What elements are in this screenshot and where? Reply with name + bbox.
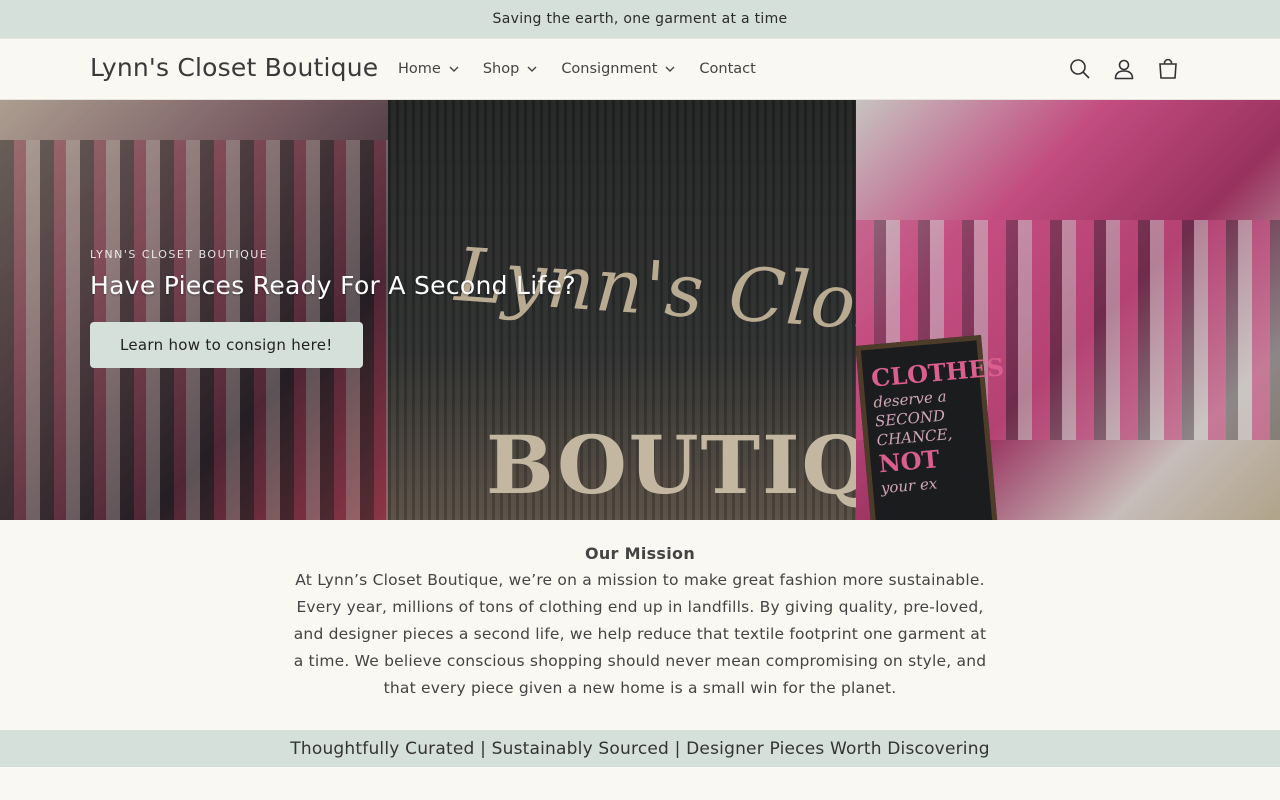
announcement-text: Saving the earth, one garment at a time [492, 11, 788, 27]
brand-logo-link[interactable]: Lynn's Closet Boutique [90, 53, 378, 82]
hero-banner: Lynn's Closet BOUTIQUE CLOTHES deserve a… [0, 100, 1280, 520]
site-header: Lynn's Closet Boutique Home Shop Consign… [0, 39, 1280, 100]
search-icon[interactable] [1064, 53, 1096, 85]
hero-eyebrow: LYNN'S CLOSET BOUTIQUE [90, 248, 269, 261]
consign-button[interactable]: Learn how to consign here! [90, 322, 363, 368]
main-nav: Home Shop Consignment Contact [386, 39, 768, 99]
nav-item-shop[interactable]: Shop [471, 39, 549, 99]
header-icons [1064, 39, 1184, 99]
nav-label: Contact [699, 61, 756, 77]
tagline-text: Thoughtfully Curated | Sustainably Sourc… [290, 738, 990, 759]
nav-item-consignment[interactable]: Consignment [549, 39, 687, 99]
nav-item-contact[interactable]: Contact [687, 39, 767, 99]
hero-title: Have Pieces Ready For A Second Life? [90, 271, 576, 300]
chevron-down-icon [449, 66, 459, 72]
nav-label: Consignment [561, 61, 658, 77]
hero-content: LYNN'S CLOSET BOUTIQUE Have Pieces Ready… [90, 248, 576, 368]
account-icon[interactable] [1108, 53, 1140, 85]
cart-icon[interactable] [1152, 53, 1184, 85]
mission-section: Our Mission At Lynn’s Closet Boutique, w… [290, 520, 990, 702]
mission-body: At Lynn’s Closet Boutique, we’re on a mi… [293, 571, 987, 697]
nav-label: Home [398, 61, 441, 77]
nav-label: Shop [482, 61, 520, 77]
chevron-down-icon [527, 66, 537, 72]
tagline-bar: Thoughtfully Curated | Sustainably Sourc… [0, 730, 1280, 767]
chevron-down-icon [665, 66, 675, 72]
mission-title: Our Mission [584, 544, 696, 563]
nav-item-home[interactable]: Home [386, 39, 471, 99]
announcement-bar: Saving the earth, one garment at a time [0, 0, 1280, 39]
